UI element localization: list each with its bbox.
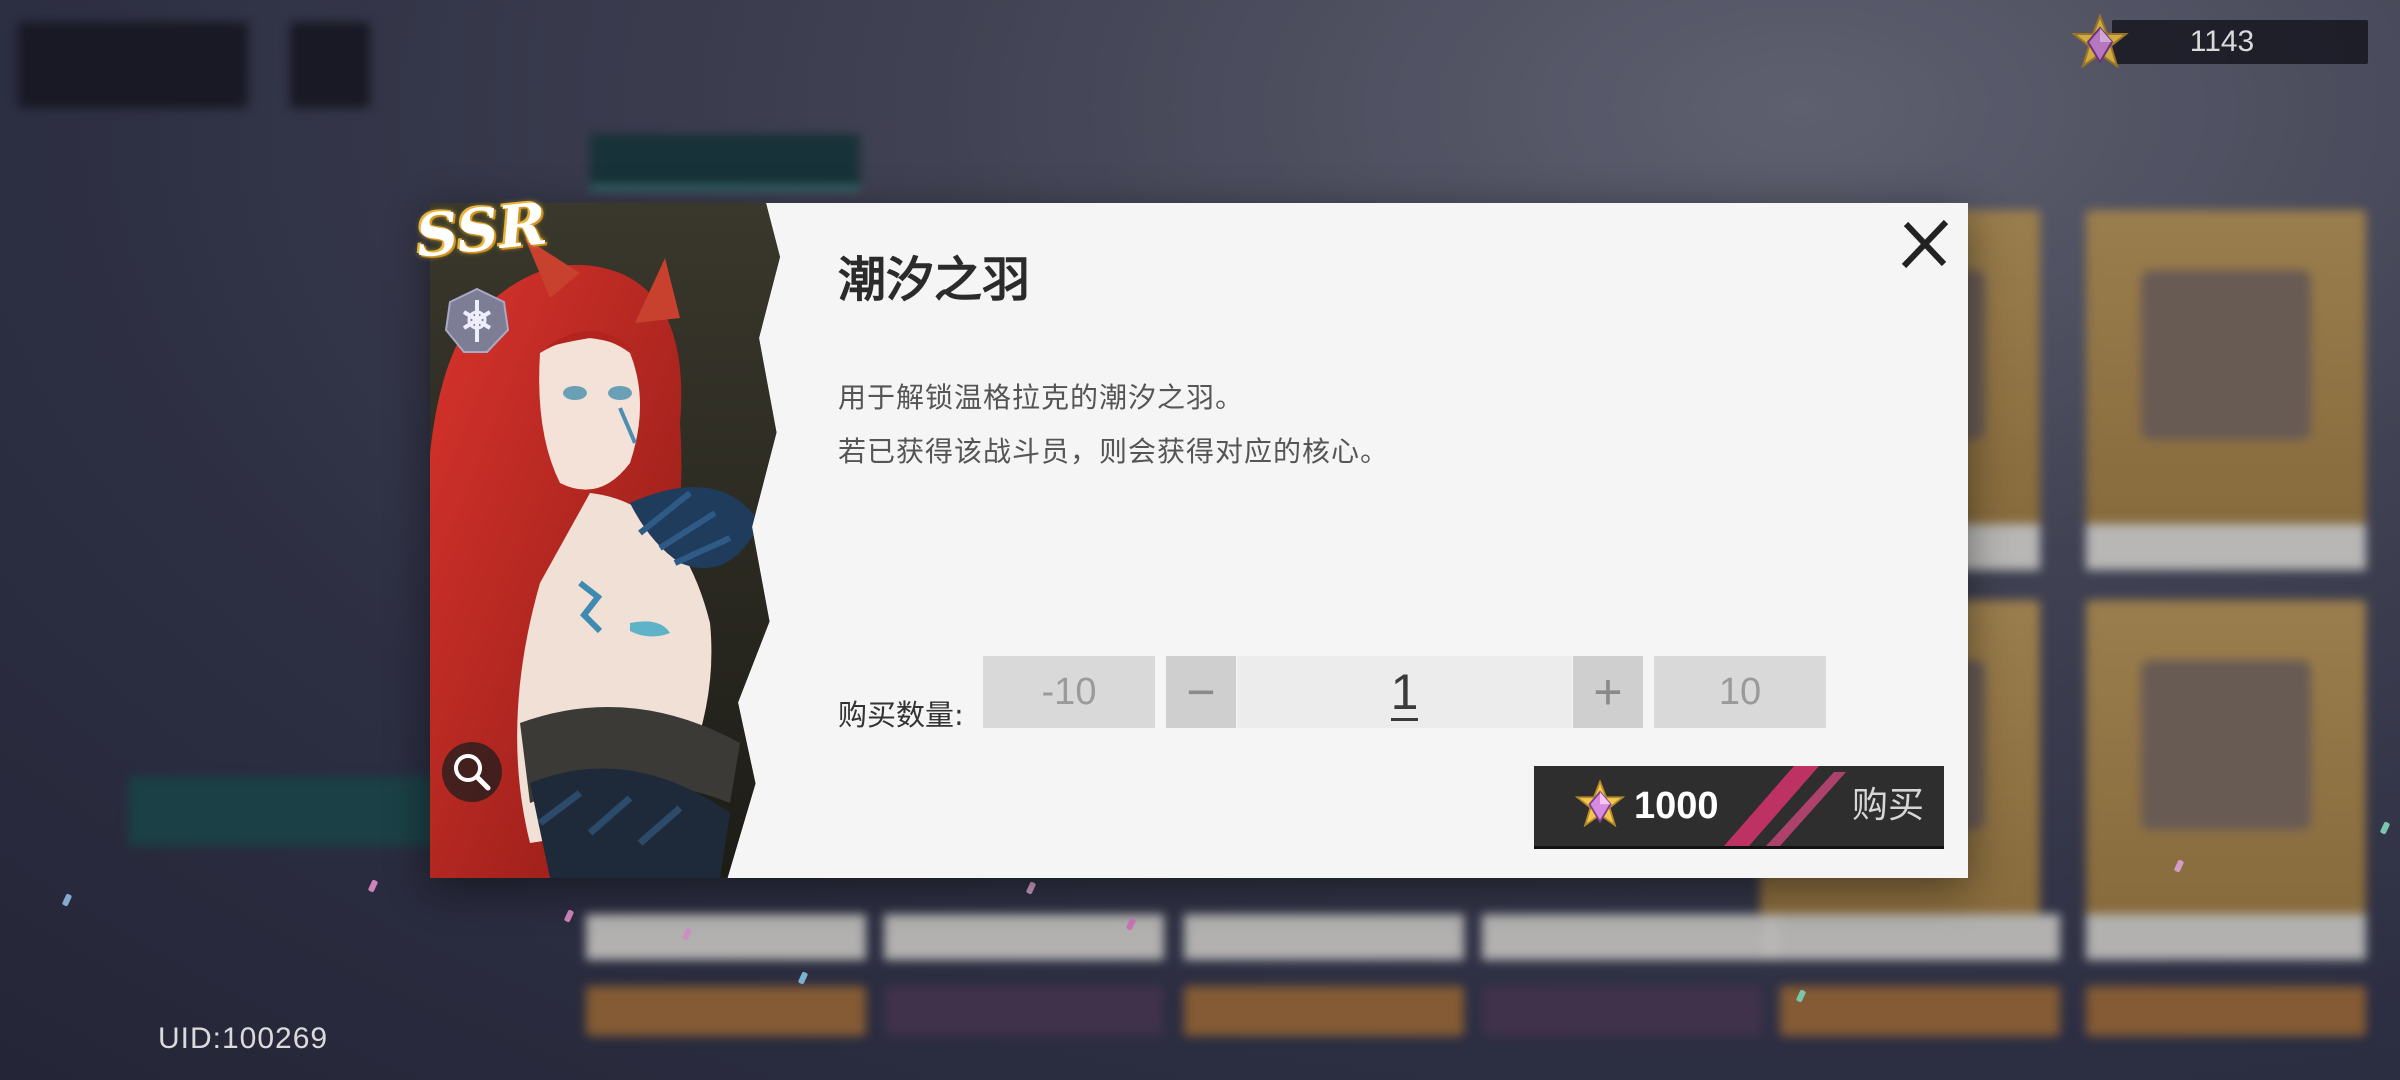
minus-ten-button[interactable]: -10 <box>983 656 1155 728</box>
magnifier-icon <box>454 754 491 791</box>
item-description-line: 用于解锁温格拉克的潮汐之羽。 <box>838 381 1245 414</box>
quantity-field[interactable]: 1 <box>1237 656 1572 728</box>
faction-emblem-icon <box>444 287 510 353</box>
close-icon[interactable] <box>1896 216 1952 272</box>
shop-screen: 1143 UID:100269 SSR 潮汐之羽 用于解锁温格拉克的潮汐之羽。 … <box>0 0 2400 1080</box>
item-title: 潮汐之羽 <box>838 252 1031 308</box>
buy-price: 1000 <box>1634 785 1719 827</box>
buy-button[interactable]: 1000 购买 <box>1534 766 1944 846</box>
rarity-badge: SSR <box>412 189 550 271</box>
quantity-label: 购买数量: <box>838 698 964 732</box>
minus-button[interactable]: − <box>1166 656 1236 728</box>
zoom-button[interactable] <box>442 742 502 802</box>
item-description-line: 若已获得该战斗员，则会获得对应的核心。 <box>838 435 1390 468</box>
plus-button[interactable]: + <box>1573 656 1643 728</box>
buy-label: 购买 <box>1851 785 1924 826</box>
quantity-value: 1 <box>1390 656 1419 721</box>
star-gem-icon <box>1574 779 1626 828</box>
plus-ten-button[interactable]: 10 <box>1654 656 1826 728</box>
